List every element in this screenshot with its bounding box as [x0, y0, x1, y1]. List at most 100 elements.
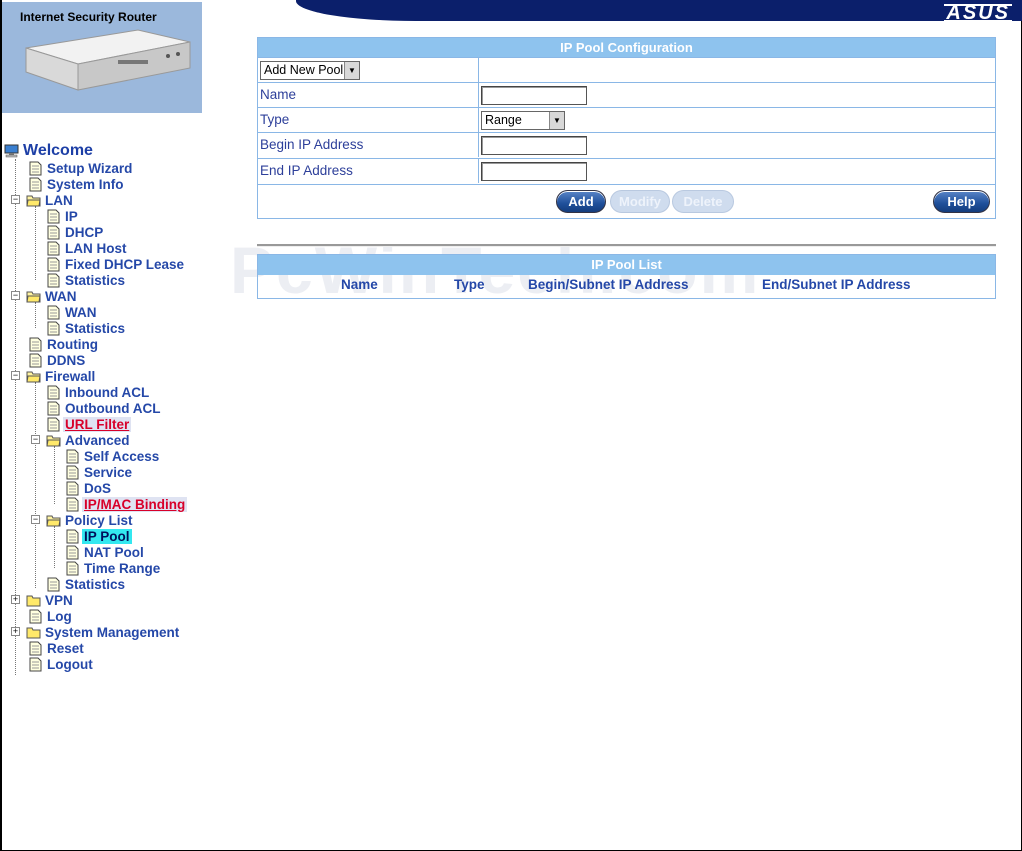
tree-wan-wan[interactable]: WAN	[46, 304, 99, 320]
computer-icon	[4, 144, 19, 157]
tree-reset[interactable]: Reset	[28, 640, 86, 656]
name-row: Name	[258, 82, 995, 107]
divider	[257, 244, 996, 247]
tree-policy-list[interactable]: Policy List	[46, 512, 135, 528]
page-icon	[47, 417, 60, 431]
tree-logout[interactable]: Logout	[28, 656, 95, 672]
page-icon	[47, 385, 60, 399]
page-icon	[66, 449, 79, 463]
tree-firewall[interactable]: Firewall	[26, 368, 97, 384]
expand-system-management-icon[interactable]: +	[11, 627, 20, 636]
page-icon	[47, 209, 60, 223]
tree-self-access[interactable]: Self Access	[65, 448, 161, 464]
ip-pool-list: IP Pool List Name Type Begin/Subnet IP A…	[257, 254, 996, 299]
list-title: IP Pool List	[258, 255, 995, 275]
product-title: Internet Security Router	[20, 10, 157, 24]
tree-outbound-acl[interactable]: Outbound ACL	[46, 400, 162, 416]
product-banner: Internet Security Router	[2, 2, 202, 113]
header-bar: ASUS	[296, 0, 1022, 23]
page-icon	[47, 257, 60, 271]
pool-select[interactable]: Add New Pool ▼	[260, 61, 360, 80]
page-icon	[29, 337, 42, 351]
end-ip-input[interactable]	[481, 162, 587, 181]
asus-logo: ASUS	[944, 2, 1012, 24]
column-end-ip: End/Subnet IP Address	[762, 277, 911, 292]
name-input[interactable]	[481, 86, 587, 105]
column-type: Type	[454, 277, 485, 292]
page-icon	[66, 497, 79, 511]
page-icon	[47, 321, 60, 335]
tree-wan-statistics[interactable]: Statistics	[46, 320, 127, 336]
tree-firewall-statistics[interactable]: Statistics	[46, 576, 127, 592]
page-icon	[66, 529, 79, 543]
page-icon	[47, 225, 60, 239]
pool-select-row: Add New Pool ▼	[258, 57, 995, 82]
collapse-advanced-icon[interactable]: −	[31, 435, 40, 444]
tree-url-filter[interactable]: URL Filter	[46, 416, 132, 432]
folder-open-icon	[46, 435, 61, 446]
folder-icon	[26, 627, 41, 638]
tree-lan-host[interactable]: LAN Host	[46, 240, 129, 256]
tree-time-range[interactable]: Time Range	[65, 560, 162, 576]
tree-fixed-dhcp[interactable]: Fixed DHCP Lease	[46, 256, 186, 272]
tree-vpn[interactable]: VPN	[26, 592, 75, 608]
type-label: Type	[258, 108, 479, 132]
collapse-policy-list-icon[interactable]: −	[31, 515, 40, 524]
collapse-firewall-icon[interactable]: −	[11, 371, 20, 380]
end-ip-label: End IP Address	[258, 159, 479, 183]
end-ip-row: End IP Address	[258, 158, 995, 183]
page-icon	[47, 305, 60, 319]
tree-advanced[interactable]: Advanced	[46, 432, 132, 448]
tree-welcome[interactable]: Welcome	[4, 142, 95, 158]
tree-service[interactable]: Service	[65, 464, 134, 480]
modify-button[interactable]: Modify	[610, 190, 670, 213]
tree-lan-dhcp[interactable]: DHCP	[46, 224, 105, 240]
ip-pool-config-panel: IP Pool Configuration Add New Pool ▼ Name…	[257, 37, 996, 219]
page-icon	[47, 401, 60, 415]
chevron-down-icon: ▼	[344, 62, 359, 79]
begin-ip-label: Begin IP Address	[258, 133, 479, 157]
tree-ip-pool[interactable]: IP Pool	[65, 528, 132, 544]
chevron-down-icon: ▼	[549, 112, 564, 129]
type-row: Type Range ▼	[258, 107, 995, 132]
column-name: Name	[341, 277, 378, 292]
tree-setup-wizard[interactable]: Setup Wizard	[28, 160, 134, 176]
tree-routing[interactable]: Routing	[28, 336, 100, 352]
page-icon	[29, 657, 42, 671]
page-icon	[29, 353, 42, 367]
delete-button[interactable]: Delete	[672, 190, 734, 213]
expand-vpn-icon[interactable]: +	[11, 595, 20, 604]
tree-system-info[interactable]: System Info	[28, 176, 126, 192]
help-button[interactable]: Help	[933, 190, 990, 213]
button-row: Add Modify Delete Help	[258, 184, 995, 220]
tree-inbound-acl[interactable]: Inbound ACL	[46, 384, 151, 400]
page-icon	[29, 177, 42, 191]
type-select[interactable]: Range ▼	[481, 111, 565, 130]
tree-dos[interactable]: DoS	[65, 480, 113, 496]
page-icon	[47, 273, 60, 287]
page-icon	[47, 577, 60, 591]
tree-lan-ip[interactable]: IP	[46, 208, 80, 224]
page-icon	[66, 545, 79, 559]
tree-wan[interactable]: WAN	[26, 288, 79, 304]
tree-nat-pool[interactable]: NAT Pool	[65, 544, 146, 560]
folder-open-icon	[26, 291, 41, 302]
tree-log[interactable]: Log	[28, 608, 74, 624]
tree-ddns[interactable]: DDNS	[28, 352, 87, 368]
begin-ip-input[interactable]	[481, 136, 587, 155]
tree-lan[interactable]: LAN	[26, 192, 75, 208]
column-begin-ip: Begin/Subnet IP Address	[528, 277, 689, 292]
tree-ip-mac-binding[interactable]: IP/MAC Binding	[65, 496, 188, 512]
folder-open-icon	[46, 515, 61, 526]
collapse-lan-icon[interactable]: −	[11, 195, 20, 204]
add-button[interactable]: Add	[556, 190, 606, 213]
router-image	[25, 29, 191, 91]
folder-icon	[26, 595, 41, 606]
collapse-wan-icon[interactable]: −	[11, 291, 20, 300]
page-icon	[66, 561, 79, 575]
name-label: Name	[258, 83, 479, 107]
tree-system-management[interactable]: System Management	[26, 624, 181, 640]
tree-lan-statistics[interactable]: Statistics	[46, 272, 127, 288]
page-icon	[29, 161, 42, 175]
page-icon	[47, 241, 60, 255]
